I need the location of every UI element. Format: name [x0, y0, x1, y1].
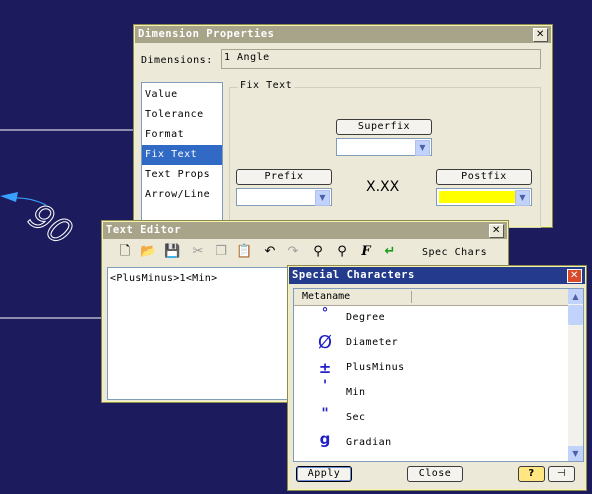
dimension-properties-titlebar[interactable]: Dimension Properties ✕ — [135, 26, 551, 43]
column-divider — [411, 291, 412, 303]
window-title: Special Characters — [292, 269, 415, 281]
chevron-down-icon[interactable]: ▼ — [415, 140, 430, 156]
scroll-down-icon[interactable]: ▼ — [568, 446, 583, 461]
superfix-button[interactable]: Superfix — [336, 119, 432, 135]
list-item-value[interactable]: Value — [142, 85, 222, 105]
dimensions-label: Dimensions: — [141, 55, 213, 66]
dimensions-value: 1 Angle — [224, 52, 270, 63]
special-chars-list[interactable]: Metaname ° Degree Ø Diameter ± PlusMinus… — [293, 288, 584, 462]
item-name: Degree — [346, 312, 386, 323]
preview-text: X.XX — [366, 179, 400, 195]
item-name: Sec — [346, 412, 366, 423]
list-item[interactable]: ° Degree — [298, 307, 583, 332]
find-icon[interactable]: ⚲ — [310, 244, 326, 260]
list-item-tolerance[interactable]: Tolerance — [142, 105, 222, 125]
font-icon[interactable]: F — [358, 244, 374, 260]
special-characters-window: Special Characters ✕ Metaname ° Degree Ø… — [288, 266, 586, 490]
close-button[interactable]: Close — [407, 466, 463, 482]
list-item[interactable]: " Sec — [298, 407, 583, 432]
close-icon[interactable]: ✕ — [489, 224, 504, 238]
open-icon[interactable]: 📂 — [140, 244, 156, 260]
column-header-metaname[interactable]: Metaname — [302, 291, 350, 302]
replace-icon[interactable]: ⚲ — [334, 244, 350, 260]
copy-icon[interactable]: ❐ — [213, 244, 229, 260]
fix-text-group-label: Fix Text — [238, 80, 295, 91]
text-editor-toolbar: 🗋 📂 💾 ✂ ❐ 📋 ↶ ↷ ⚲ ⚲ F ↵ Spec Chars — [105, 241, 503, 265]
list-item-arrow-line[interactable]: Arrow/Line — [142, 185, 222, 205]
postfix-button[interactable]: Postfix — [436, 169, 532, 185]
list-item[interactable]: ± PlusMinus — [298, 357, 583, 382]
close-icon[interactable]: ✕ — [533, 28, 548, 42]
dimension-properties-window: Dimension Properties ✕ Dimensions: 1 Ang… — [134, 25, 552, 230]
special-characters-titlebar[interactable]: Special Characters ✕ — [289, 267, 585, 284]
diameter-symbol: Ø — [317, 332, 333, 353]
cut-icon[interactable]: ✂ — [190, 244, 206, 260]
list-item[interactable]: ' Min — [298, 378, 583, 407]
degree-symbol: ° — [321, 306, 329, 321]
prefix-combo[interactable]: ▼ — [236, 188, 332, 206]
list-item[interactable]: g Gradian — [298, 432, 583, 457]
item-name: Min — [346, 387, 366, 398]
undo-icon[interactable]: ↶ — [262, 244, 278, 260]
superfix-combo[interactable]: ▼ — [336, 138, 432, 156]
new-icon[interactable]: 🗋 — [117, 244, 133, 260]
list-item[interactable]: Ø Diameter — [298, 332, 583, 357]
window-title: Text Editor — [106, 224, 182, 236]
scroll-up-icon[interactable]: ▲ — [568, 289, 583, 304]
list-item-fix-text[interactable]: Fix Text — [142, 145, 222, 165]
item-name: Diameter — [346, 337, 399, 348]
scrollbar[interactable]: ▲ ▼ — [568, 289, 583, 461]
window-title: Dimension Properties — [138, 28, 275, 40]
item-name: Gradian — [346, 437, 392, 448]
close-icon[interactable]: ✕ — [567, 269, 582, 283]
list-item-format[interactable]: Format — [142, 125, 222, 145]
second-symbol: " — [321, 406, 329, 422]
save-icon[interactable]: 💾 — [164, 244, 180, 260]
paste-icon[interactable]: 📋 — [236, 244, 252, 260]
chevron-down-icon[interactable]: ▼ — [515, 190, 530, 206]
spec-chars-button[interactable]: Spec Chars — [422, 247, 487, 258]
fix-text-group — [229, 87, 541, 228]
arrowhead — [0, 192, 18, 202]
minute-symbol: ' — [322, 378, 328, 394]
list-item-text-props[interactable]: Text Props — [142, 165, 222, 185]
item-name: PlusMinus — [346, 362, 405, 373]
list-header: Metaname — [294, 289, 569, 306]
enter-icon[interactable]: ↵ — [382, 244, 398, 260]
apply-button[interactable]: Apply — [296, 466, 352, 482]
postfix-color-swatch — [439, 191, 515, 203]
pin-icon[interactable]: ⊣ — [548, 466, 575, 482]
redo-icon[interactable]: ↷ — [285, 244, 301, 260]
chevron-down-icon[interactable]: ▼ — [315, 190, 330, 206]
dimensions-field: 1 Angle — [221, 49, 541, 69]
text-editor-titlebar[interactable]: Text Editor ✕ — [103, 222, 507, 239]
gradian-symbol: g — [319, 430, 331, 448]
postfix-combo[interactable]: ▼ — [436, 188, 532, 206]
prefix-button[interactable]: Prefix — [236, 169, 332, 185]
property-list[interactable]: Value Tolerance Format Fix Text Text Pro… — [141, 82, 223, 230]
help-icon[interactable]: ? — [518, 466, 545, 482]
scroll-thumb[interactable] — [568, 305, 583, 325]
editor-content[interactable]: <PlusMinus>1<Min> — [110, 273, 217, 284]
